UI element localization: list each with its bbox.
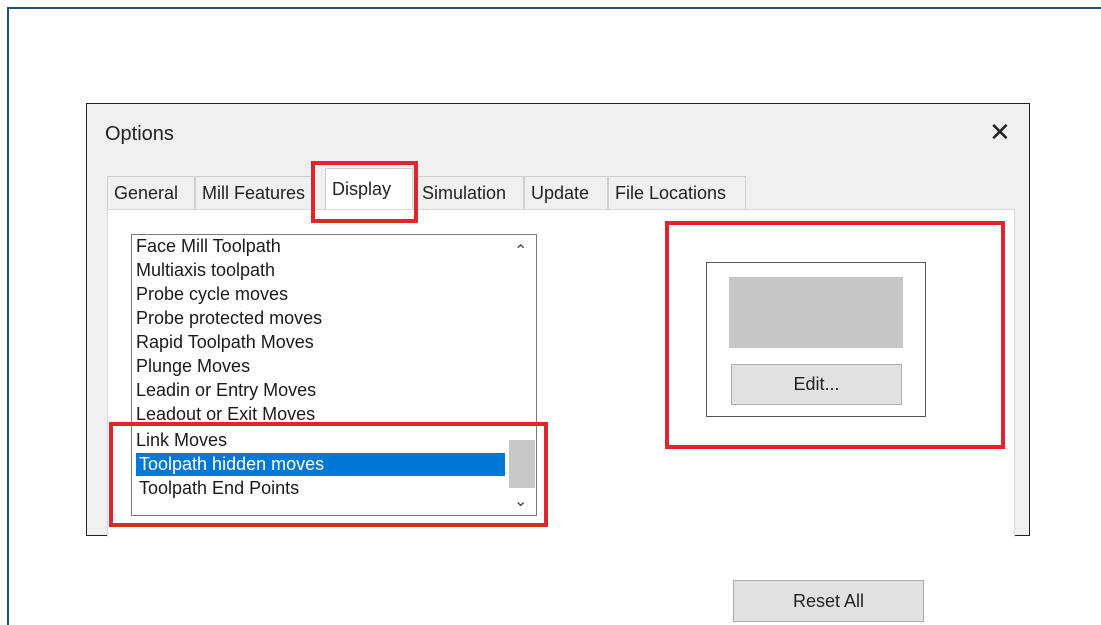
list-item[interactable]: Leadout or Exit Moves xyxy=(136,403,315,426)
list-item[interactable]: Rapid Toolpath Moves xyxy=(136,331,314,354)
edit-color-button[interactable]: Edit... xyxy=(731,364,902,405)
list-item[interactable]: Multiaxis toolpath xyxy=(136,259,275,282)
close-icon[interactable]: ✕ xyxy=(989,119,1011,145)
color-preview-group: Edit... xyxy=(706,262,926,417)
display-tab-panel: Face Mill Toolpath Multiaxis toolpath Pr… xyxy=(107,209,1015,622)
list-item[interactable]: Leadin or Entry Moves xyxy=(136,379,316,402)
tab-mill-features[interactable]: Mill Features xyxy=(195,176,315,209)
list-scrollbar[interactable]: ⌃ ⌄ xyxy=(508,235,536,515)
reset-all-button[interactable]: Reset All xyxy=(733,580,924,622)
tab-update[interactable]: Update xyxy=(524,176,608,209)
list-item-selected[interactable]: Toolpath hidden moves xyxy=(136,453,505,476)
dialog-title: Options xyxy=(105,123,174,145)
list-item[interactable]: Probe cycle moves xyxy=(136,283,288,306)
toolpath-element-list[interactable]: Face Mill Toolpath Multiaxis toolpath Pr… xyxy=(131,234,537,516)
frame-left-border xyxy=(7,7,9,625)
scroll-down-icon[interactable]: ⌄ xyxy=(514,491,527,511)
scrollbar-thumb[interactable] xyxy=(509,440,535,488)
list-item[interactable]: Face Mill Toolpath xyxy=(136,235,281,258)
frame-top-border xyxy=(7,7,1101,9)
list-item[interactable]: Plunge Moves xyxy=(136,355,250,378)
tab-simulation[interactable]: Simulation xyxy=(415,176,524,209)
options-dialog: Options ✕ General Mill Features Display … xyxy=(86,103,1030,622)
list-item[interactable]: Toolpath End Points xyxy=(136,477,299,500)
color-swatch xyxy=(729,277,903,348)
tab-file-locations[interactable]: File Locations xyxy=(608,176,746,209)
list-item[interactable]: Probe protected moves xyxy=(136,307,322,330)
scroll-up-icon[interactable]: ⌃ xyxy=(514,241,527,261)
tab-display[interactable]: Display xyxy=(325,168,413,209)
list-item[interactable]: Link Moves xyxy=(136,429,227,452)
tab-general[interactable]: General xyxy=(107,176,195,209)
